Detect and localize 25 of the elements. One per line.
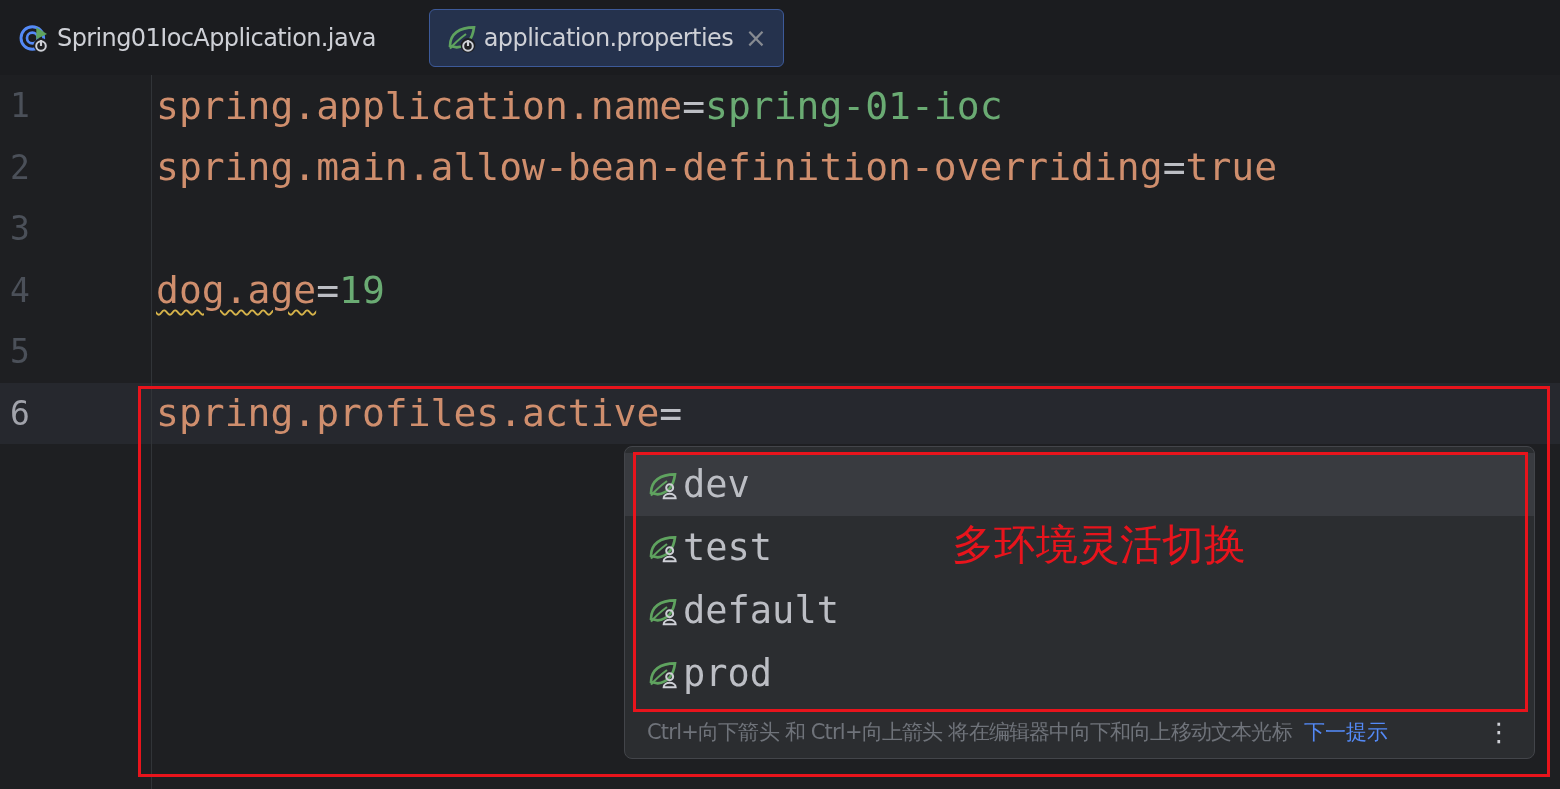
tab-label: Spring01IocApplication.java xyxy=(57,23,376,52)
annotation-text: 多环境灵活切换 xyxy=(952,519,1246,571)
close-icon[interactable]: × xyxy=(745,22,767,53)
code-token: dog.age xyxy=(156,268,317,313)
editor-tab[interactable]: Spring01IocApplication.java xyxy=(16,8,393,67)
completion-item[interactable]: default xyxy=(647,589,839,632)
code-token: = xyxy=(682,83,706,128)
code-token: true xyxy=(1185,145,1278,190)
completion-item[interactable]: prod xyxy=(647,652,773,695)
completion-item[interactable]: dev xyxy=(647,463,750,506)
editor-tab[interactable]: application.properties × xyxy=(428,8,784,67)
completion-item[interactable]: test xyxy=(647,526,773,569)
code-token: 19 xyxy=(339,268,385,313)
code-token: spring.main.allow-bean-definition-overriding xyxy=(156,145,1163,190)
code-token: spring-01-ioc xyxy=(705,83,1003,128)
next-tip-link[interactable]: 下一提示 xyxy=(1303,717,1388,746)
code-token: spring.application.name xyxy=(156,83,683,128)
code-token: = xyxy=(316,268,340,313)
more-icon[interactable]: ⋮ xyxy=(1486,716,1512,747)
line-number: 6 xyxy=(0,382,152,444)
hint-text: Ctrl+向下箭头 和 Ctrl+向上箭头 将在编辑器中向下和向上移动文本光标 xyxy=(647,718,1292,746)
tab-label: application.properties xyxy=(483,23,734,52)
code-token: = xyxy=(659,391,683,436)
code-token: spring.profiles.active xyxy=(156,391,660,436)
code-token: = xyxy=(1162,145,1186,190)
